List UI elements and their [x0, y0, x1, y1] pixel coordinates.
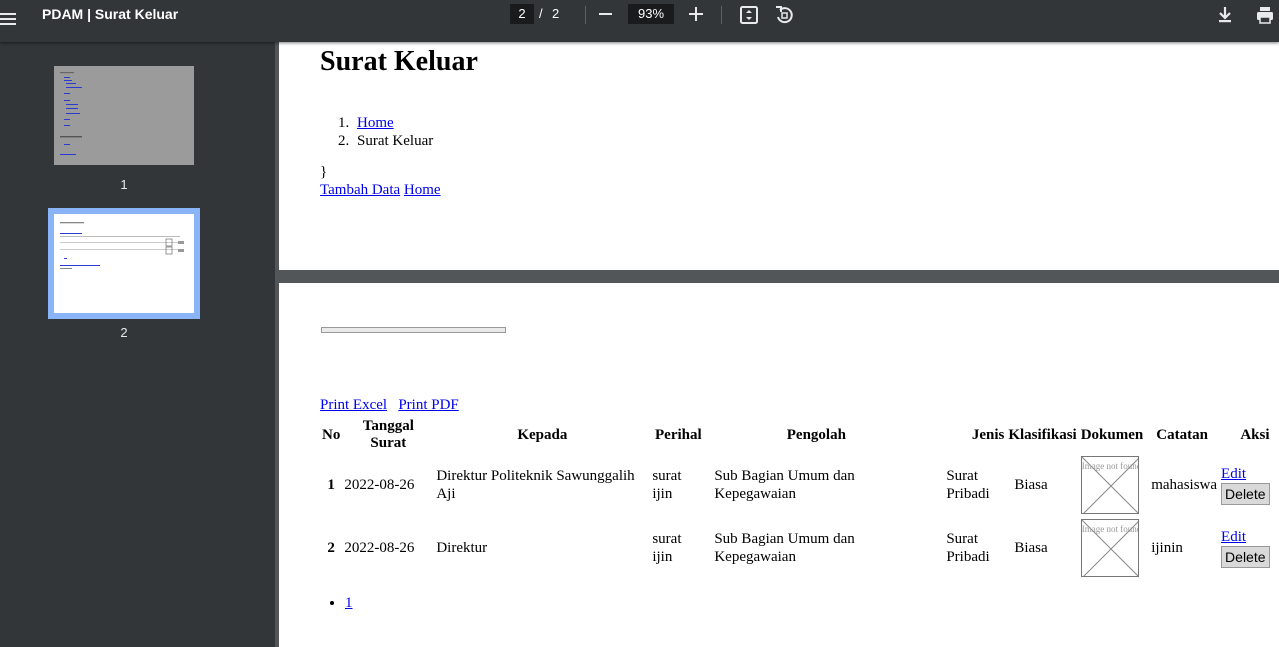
page-actions: Tambah Data Home [320, 182, 441, 199]
print-excel-link[interactable]: Print Excel [320, 397, 387, 413]
breadcrumb-number: 1. [338, 115, 350, 131]
page-separator: / [539, 6, 543, 21]
empty-progress-bar [321, 327, 506, 333]
cell-jenis: Surat Pribadi [946, 530, 990, 565]
cell-aksi: Edit Delete [1219, 516, 1271, 579]
column-header: Klasifikasi [1008, 426, 1077, 443]
column-header: Tanggal Surat [362, 418, 414, 451]
column-header: Catatan [1156, 426, 1208, 443]
table-row: 2 2022-08-26 Direktur surat ijin Sub Bag… [320, 516, 1272, 579]
table-row: 1 2022-08-26 Direktur Politeknik Sawungg… [320, 453, 1272, 516]
image-alt-text: Image not found or type unknown [1081, 523, 1138, 534]
cell-dokumen: Image not found or type unknown [1079, 516, 1146, 579]
thumbnail-preview [60, 72, 82, 155]
cell-kepada: Direktur [436, 539, 488, 556]
edit-link[interactable]: Edit [1221, 529, 1246, 545]
surat-keluar-table: No Tanggal Surat Kepada Perihal Pengolah… [320, 417, 1272, 579]
column-header: Dokumen [1080, 426, 1144, 443]
print-links: Print Excel Print PDF [320, 397, 459, 414]
cell-no: 1 [327, 476, 335, 493]
breadcrumb-home-link[interactable]: Home [357, 115, 394, 131]
cell-tanggal: 2022-08-26 [344, 476, 415, 493]
cell-jenis: Surat Pribadi [946, 467, 990, 502]
cell-klasifikasi: Biasa [1014, 539, 1048, 556]
thumbnail-preview-2 [54, 214, 194, 313]
home-link[interactable]: Home [404, 182, 441, 198]
cell-tanggal: 2022-08-26 [344, 539, 415, 556]
cell-perihal: surat ijin [652, 467, 682, 502]
delete-button[interactable]: Delete [1221, 482, 1270, 505]
column-header: Kepada [517, 426, 568, 443]
edit-link[interactable]: Edit [1221, 466, 1246, 482]
cell-klasifikasi: Biasa [1014, 476, 1048, 493]
column-header: Pengolah [786, 426, 846, 443]
breadcrumb-number: 2. [338, 133, 350, 149]
cell-aksi: Edit Delete [1219, 453, 1271, 516]
menu-icon[interactable] [0, 8, 20, 34]
page-title: Surat Keluar [320, 46, 478, 77]
thumbnail-page-1[interactable] [54, 66, 194, 165]
delete-button[interactable]: Delete [1221, 545, 1270, 568]
page-number-input[interactable]: 2 [510, 4, 534, 24]
pdf-page-2: Print Excel Print PDF No Tanggal Surat K… [279, 283, 1279, 647]
thumbnail-label-1: 1 [120, 177, 128, 192]
pagination: 1 [345, 595, 353, 612]
breadcrumb-current: Surat Keluar [357, 133, 434, 149]
toolbar-divider [721, 6, 722, 24]
column-header: No [322, 426, 341, 443]
document-title: PDAM | Surat Keluar [42, 6, 179, 22]
thumbnail-preview [60, 222, 184, 269]
rotate-icon[interactable] [773, 4, 795, 26]
zoom-in-icon[interactable] [689, 7, 703, 21]
cell-catatan: ijinin [1151, 539, 1183, 556]
column-header: Jenis [971, 426, 1005, 443]
print-pdf-link[interactable]: Print PDF [398, 397, 458, 413]
column-header: Aksi [1240, 426, 1270, 443]
toolbar-divider [585, 6, 586, 24]
thumbnail-label-2: 2 [120, 325, 128, 340]
breadcrumb: 1. Home 2. Surat Keluar [338, 114, 433, 150]
cell-pengolah: Sub Bagian Umum dan Kepegawaian [714, 467, 855, 502]
thumbnail-page-2[interactable] [48, 208, 200, 319]
total-pages: 2 [552, 6, 560, 21]
pagination-item: 1 [345, 595, 353, 612]
zoom-level-input[interactable]: 93% [628, 4, 674, 24]
cell-no: 2 [327, 539, 335, 556]
pdf-toolbar: PDAM | Surat Keluar 2 / 2 93% [0, 0, 1279, 42]
document-image-placeholder[interactable]: Image not found or type unknown [1080, 518, 1139, 577]
document-image-placeholder[interactable]: Image not found or type unknown [1080, 455, 1139, 514]
image-alt-text: Image not found or type unknown [1081, 460, 1138, 471]
cell-pengolah: Sub Bagian Umum dan Kepegawaian [714, 530, 855, 565]
table-header-row: No Tanggal Surat Kepada Perihal Pengolah… [320, 417, 1272, 453]
breadcrumb-item-home: 1. Home [338, 114, 433, 132]
cell-kepada: Direktur Politeknik Sawunggalih Aji [436, 467, 635, 502]
zoom-out-icon[interactable] [599, 13, 612, 15]
column-header: Perihal [655, 426, 702, 443]
download-icon[interactable] [1214, 4, 1236, 26]
pdf-page-1: Surat Keluar 1. Home 2. Surat Keluar } Tam… [279, 42, 1279, 270]
cell-perihal: surat ijin [652, 530, 682, 565]
pagination-link-1[interactable]: 1 [345, 595, 353, 611]
add-data-link[interactable]: Tambah Data [320, 182, 400, 198]
stray-brace-text: } [320, 164, 328, 180]
fit-page-icon[interactable] [738, 4, 760, 26]
thumbnail-sidebar: 1 2 [0, 42, 275, 647]
print-icon[interactable] [1254, 4, 1276, 26]
breadcrumb-item-current: 2. Surat Keluar [338, 132, 433, 150]
cell-dokumen: Image not found or type unknown [1079, 453, 1146, 516]
cell-catatan: mahasiswa [1151, 476, 1218, 493]
